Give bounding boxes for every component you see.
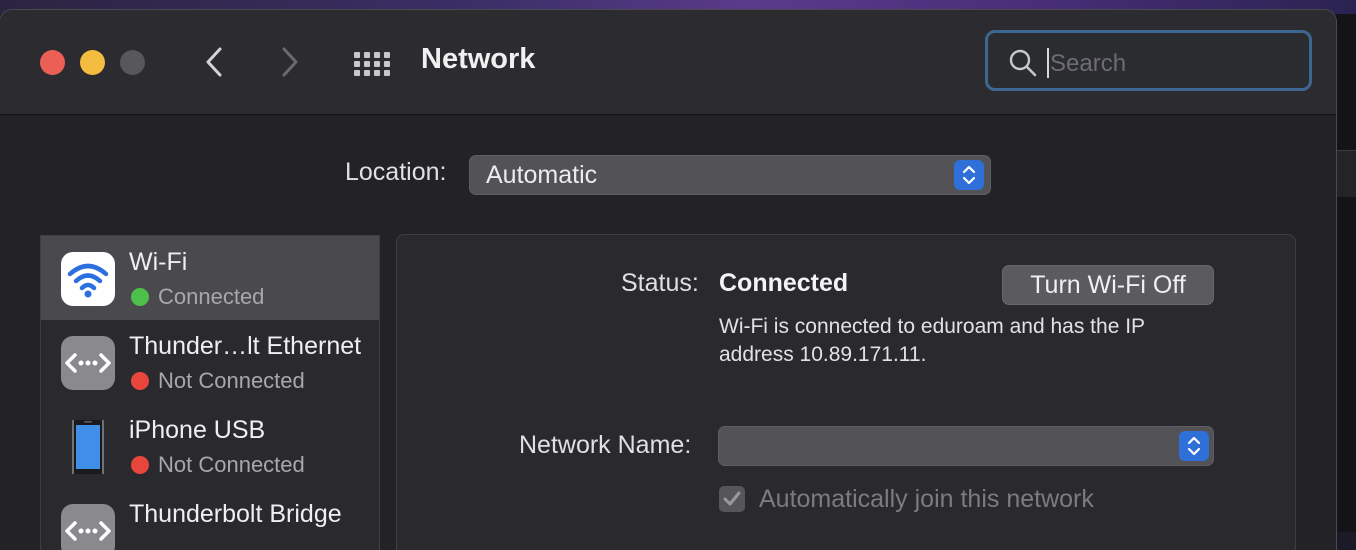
turn-wifi-off-button[interactable]: Turn Wi-Fi Off [1002, 265, 1214, 305]
network-preferences-window: Network Location: Automatic [0, 10, 1336, 550]
background-window-bar [1336, 150, 1356, 197]
forward-button[interactable] [274, 44, 306, 80]
search-field[interactable] [985, 30, 1312, 91]
network-name-label: Network Name: [519, 431, 692, 459]
auto-join-checkbox[interactable] [719, 486, 745, 512]
chevron-up-down-icon [1187, 436, 1201, 456]
auto-join-label: Automatically join this network [759, 485, 1094, 513]
location-popup[interactable]: Automatic [469, 155, 991, 195]
service-list: Wi-Fi Connected Thunder…lt Ethernet Not … [40, 235, 380, 550]
network-name-popup[interactable] [718, 426, 1214, 466]
service-name: Thunderbolt Bridge [129, 500, 342, 528]
status-description: Wi-Fi is connected to eduroam and has th… [719, 313, 1145, 369]
service-detail-panel: Status: Connected Turn Wi-Fi Off Wi-Fi i… [396, 234, 1296, 550]
service-item-thunderbolt-bridge[interactable]: Thunderbolt Bridge [41, 488, 379, 550]
service-item-wifi[interactable]: Wi-Fi Connected [41, 236, 379, 320]
status-dot-red [131, 456, 149, 474]
service-status: Not Connected [158, 452, 305, 477]
service-name: iPhone USB [129, 416, 266, 444]
status-value: Connected [719, 269, 849, 297]
search-input[interactable] [1048, 47, 1302, 81]
zoom-button[interactable] [120, 50, 145, 75]
service-name: Wi-Fi [129, 248, 188, 276]
search-icon [1009, 49, 1037, 77]
grid-icon [354, 52, 360, 58]
wifi-icon [61, 252, 115, 306]
close-button[interactable] [40, 50, 65, 75]
ethernet-icon [61, 336, 115, 390]
checkmark-icon [723, 491, 741, 506]
window-title: Network [421, 43, 536, 75]
service-item-iphone-usb[interactable]: iPhone USB Not Connected [41, 404, 379, 488]
chevron-right-icon [282, 47, 298, 77]
service-item-thunderbolt-ethernet[interactable]: Thunder…lt Ethernet Not Connected [41, 320, 379, 404]
location-popup-arrows [954, 160, 984, 190]
status-label: Status: [621, 269, 699, 297]
service-name: Thunder…lt Ethernet [129, 332, 362, 360]
chevron-up-down-icon [962, 165, 976, 185]
location-value: Automatic [486, 161, 598, 189]
show-all-button[interactable] [352, 50, 392, 76]
background-window [1336, 14, 1356, 532]
status-description-line1: Wi-Fi is connected to eduroam and has th… [719, 315, 1146, 338]
service-status: Not Connected [158, 368, 305, 393]
status-dot-red [131, 372, 149, 390]
window-toolbar: Network [0, 10, 1336, 115]
network-name-popup-arrows [1179, 431, 1209, 461]
iphone-icon [61, 416, 115, 480]
status-description-line2: address 10.89.171.11. [719, 343, 927, 366]
bridge-icon [61, 504, 115, 550]
service-status: Connected [158, 284, 265, 309]
minimize-button[interactable] [80, 50, 105, 75]
chevron-left-icon [206, 47, 222, 77]
back-button[interactable] [198, 44, 230, 80]
status-dot-green [131, 288, 149, 306]
location-label: Location: [345, 158, 447, 186]
